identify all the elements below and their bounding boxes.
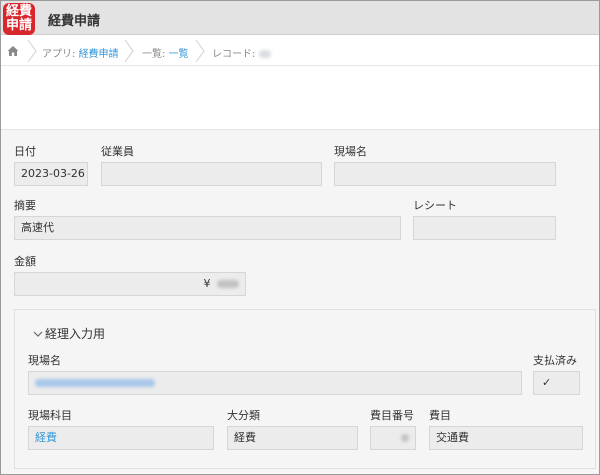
breadcrumb-separator-icon: [124, 40, 134, 62]
employee-field[interactable]: [101, 162, 322, 186]
currency-symbol: ¥: [203, 277, 211, 290]
breadcrumb-record-prefix: レコード:: [212, 49, 259, 60]
app-header: 経費 申請 経費申請: [1, 1, 599, 35]
chevron-down-icon: [33, 331, 43, 337]
paid-checkbox[interactable]: ✓: [533, 371, 580, 395]
breadcrumb-app: アプリ: 経費申請: [42, 45, 119, 60]
app-icon-line2: 申請: [5, 18, 32, 33]
home-icon[interactable]: [7, 45, 19, 57]
account-number-field[interactable]: [370, 426, 416, 450]
site-name-field[interactable]: [334, 162, 556, 186]
breadcrumb-list-prefix: 一覧:: [142, 49, 169, 60]
accounting-group-toggle[interactable]: 経理入力用: [33, 325, 105, 342]
employee-label: 従業員: [101, 145, 134, 158]
app-icon[interactable]: 経費 申請: [3, 3, 35, 35]
site-name-value-redacted: [35, 379, 155, 387]
group-site-name-field[interactable]: [28, 371, 522, 395]
app-icon-line1: 経費: [5, 4, 32, 19]
app-window: 経費 申請 経費申請 アプリ: 経費申請 一覧: 一覧 レコード: 日付 202: [0, 0, 600, 475]
breadcrumb-app-prefix: アプリ:: [42, 49, 79, 60]
amount-label: 金額: [14, 255, 36, 268]
receipt-field[interactable]: [413, 216, 556, 240]
group-site-name-label: 現場名: [28, 354, 61, 367]
date-field[interactable]: 2023-03-26: [14, 162, 88, 186]
site-account-label: 現場科目: [28, 409, 72, 422]
breadcrumb: アプリ: 経費申請 一覧: 一覧 レコード:: [1, 36, 599, 66]
account-label: 費目: [429, 409, 451, 422]
breadcrumb-record: レコード:: [212, 45, 271, 60]
date-label: 日付: [14, 145, 36, 158]
summary-label: 摘要: [14, 199, 36, 212]
category-label: 大分類: [227, 409, 260, 422]
record-id-redacted: [258, 50, 271, 58]
summary-field[interactable]: 高速代: [14, 216, 401, 240]
site-name-label: 現場名: [334, 145, 367, 158]
category-field[interactable]: 経費: [227, 426, 358, 450]
paid-label: 支払済み: [533, 354, 577, 367]
breadcrumb-separator-icon: [195, 40, 205, 62]
breadcrumb-app-link[interactable]: 経費申請: [79, 49, 119, 60]
account-number-label: 費目番号: [370, 409, 414, 422]
amount-value-redacted: [217, 280, 239, 288]
breadcrumb-separator-icon: [27, 40, 37, 62]
app-title: 経費申請: [48, 14, 101, 29]
accounting-group-title: 経理入力用: [45, 327, 106, 341]
amount-field[interactable]: ¥: [14, 272, 246, 296]
account-number-redacted: [401, 434, 409, 442]
account-field[interactable]: 交通費: [429, 426, 583, 450]
breadcrumb-list: 一覧: 一覧: [142, 45, 189, 60]
receipt-label: レシート: [413, 199, 457, 212]
breadcrumb-list-link[interactable]: 一覧: [169, 49, 189, 60]
site-account-field[interactable]: 経費: [28, 426, 214, 450]
